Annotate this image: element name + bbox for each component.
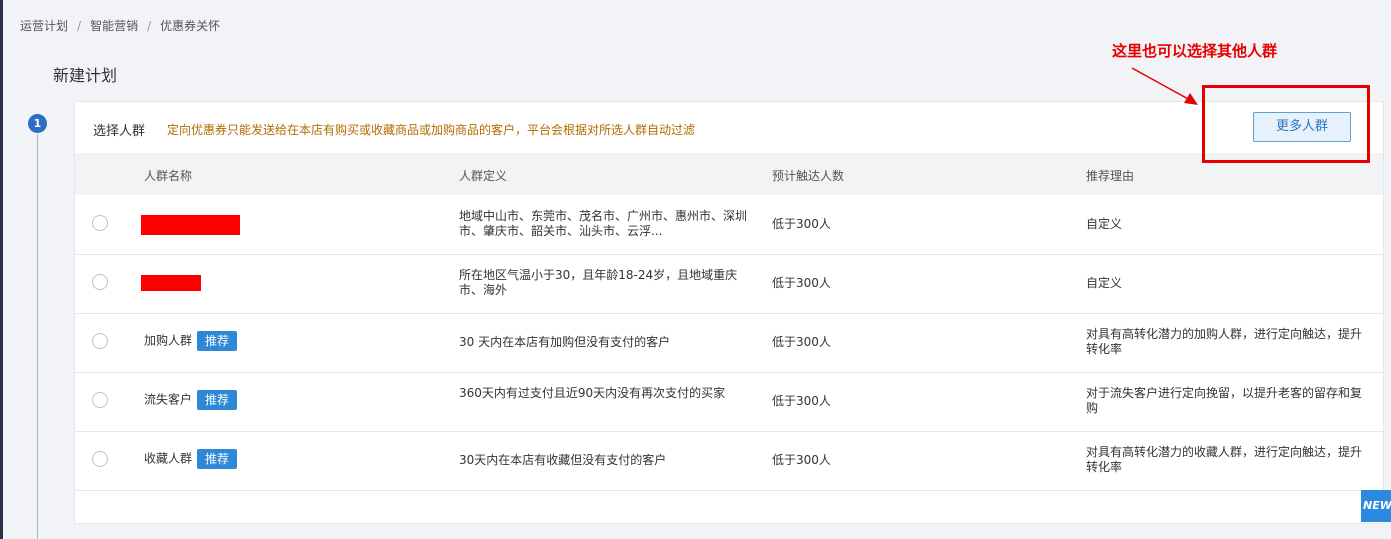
table-row[interactable]: 收藏人群 推荐 30天内在本店有收藏但没有支付的客户 低于300人 对具有高转化潜…	[75, 431, 1383, 491]
annotation-arrow-icon	[1131, 67, 1198, 105]
breadcrumb-item-coupon-care: 优惠券关怀	[160, 19, 221, 33]
column-header-reach: 预计触达人数	[772, 169, 845, 183]
new-badge[interactable]: NEW	[1361, 490, 1391, 522]
row-reason: 对具有高转化潜力的收藏人群，进行定向触达，提升转化率	[1086, 445, 1363, 474]
row-reach: 低于300人	[772, 335, 831, 349]
breadcrumb-separator: /	[77, 19, 82, 33]
row-radio[interactable]	[92, 215, 108, 231]
row-definition: 30天内在本店有收藏但没有支付的客户	[459, 453, 667, 467]
row-name-text: 加购人群	[144, 333, 193, 348]
row-name: 收藏人群 推荐	[144, 449, 238, 469]
column-header-name: 人群名称	[144, 169, 193, 183]
step-timeline-line	[37, 134, 38, 539]
column-header-reason: 推荐理由	[1086, 169, 1135, 183]
table-header: 人群名称 人群定义 预计触达人数 推荐理由	[75, 153, 1383, 195]
step-number-badge: 1	[28, 114, 47, 133]
table-row[interactable]: 流失客户 推荐 360天内有过支付且近90天内没有再次支付的买家 低于300人 对…	[75, 372, 1383, 432]
row-reason: 对具有高转化潜力的加购人群，进行定向触达，提升转化率	[1086, 327, 1363, 356]
recommend-tag: 推荐	[197, 449, 238, 469]
row-name: 加购人群 推荐	[144, 331, 238, 351]
row-definition: 所在地区气温小于30，且年龄18-24岁，且地域重庆市、海外	[459, 268, 738, 297]
row-definition: 30 天内在本店有加购但没有支付的客户	[459, 335, 671, 349]
column-header-definition: 人群定义	[459, 169, 508, 183]
row-radio[interactable]	[92, 274, 108, 290]
row-reach: 低于300人	[772, 394, 831, 408]
redacted-name	[141, 275, 201, 291]
recommend-tag: 推荐	[197, 331, 238, 351]
row-reach: 低于300人	[772, 217, 831, 231]
row-name: 流失客户 推荐	[144, 390, 238, 410]
row-reach: 低于300人	[772, 453, 831, 467]
row-definition: 地域中山市、东莞市、茂名市、广州市、惠州市、深圳市、肇庆市、韶关市、汕头市、云浮…	[459, 209, 748, 238]
page-title: 新建计划	[53, 66, 118, 85]
breadcrumb-item-operation-plan[interactable]: 运营计划	[20, 19, 68, 33]
row-reason: 自定义	[1086, 276, 1123, 290]
row-reason: 自定义	[1086, 217, 1123, 231]
table-row[interactable]: 所在地区气温小于30，且年龄18-24岁，且地域重庆市、海外 低于300人 自定…	[75, 254, 1383, 314]
section-title: 选择人群	[93, 124, 146, 139]
row-radio[interactable]	[92, 392, 108, 408]
breadcrumb-item-smart-marketing[interactable]: 智能营销	[90, 19, 138, 33]
row-radio[interactable]	[92, 451, 108, 467]
row-name-text: 流失客户	[144, 392, 193, 407]
row-reach: 低于300人	[772, 276, 831, 290]
annotation-highlight-box	[1202, 85, 1370, 163]
breadcrumb-separator: /	[147, 19, 152, 33]
row-reason: 对于流失客户进行定向挽留，以提升老客的留存和复购	[1086, 386, 1363, 415]
section-note: 定向优惠券只能发送给在本店有购买或收藏商品或加购商品的客户，平台会根据对所选人群…	[167, 123, 696, 137]
redacted-name	[141, 215, 240, 235]
table-row[interactable]: 加购人群 推荐 30 天内在本店有加购但没有支付的客户 低于300人 对具有高转化…	[75, 313, 1383, 373]
table-row[interactable]: 地域中山市、东莞市、茂名市、广州市、惠州市、深圳市、肇庆市、韶关市、汕头市、云浮…	[75, 195, 1383, 255]
audience-card: 选择人群 定向优惠券只能发送给在本店有购买或收藏商品或加购商品的客户，平台会根据…	[74, 101, 1384, 524]
left-edge-bar	[0, 0, 3, 539]
annotation-text: 这里也可以选择其他人群	[1112, 42, 1278, 60]
row-name-text: 收藏人群	[144, 451, 193, 466]
row-definition: 360天内有过支付且近90天内没有再次支付的买家	[459, 386, 726, 400]
recommend-tag: 推荐	[197, 390, 238, 410]
breadcrumb: 运营计划 / 智能营销 / 优惠券关怀	[20, 17, 220, 34]
row-radio[interactable]	[92, 333, 108, 349]
